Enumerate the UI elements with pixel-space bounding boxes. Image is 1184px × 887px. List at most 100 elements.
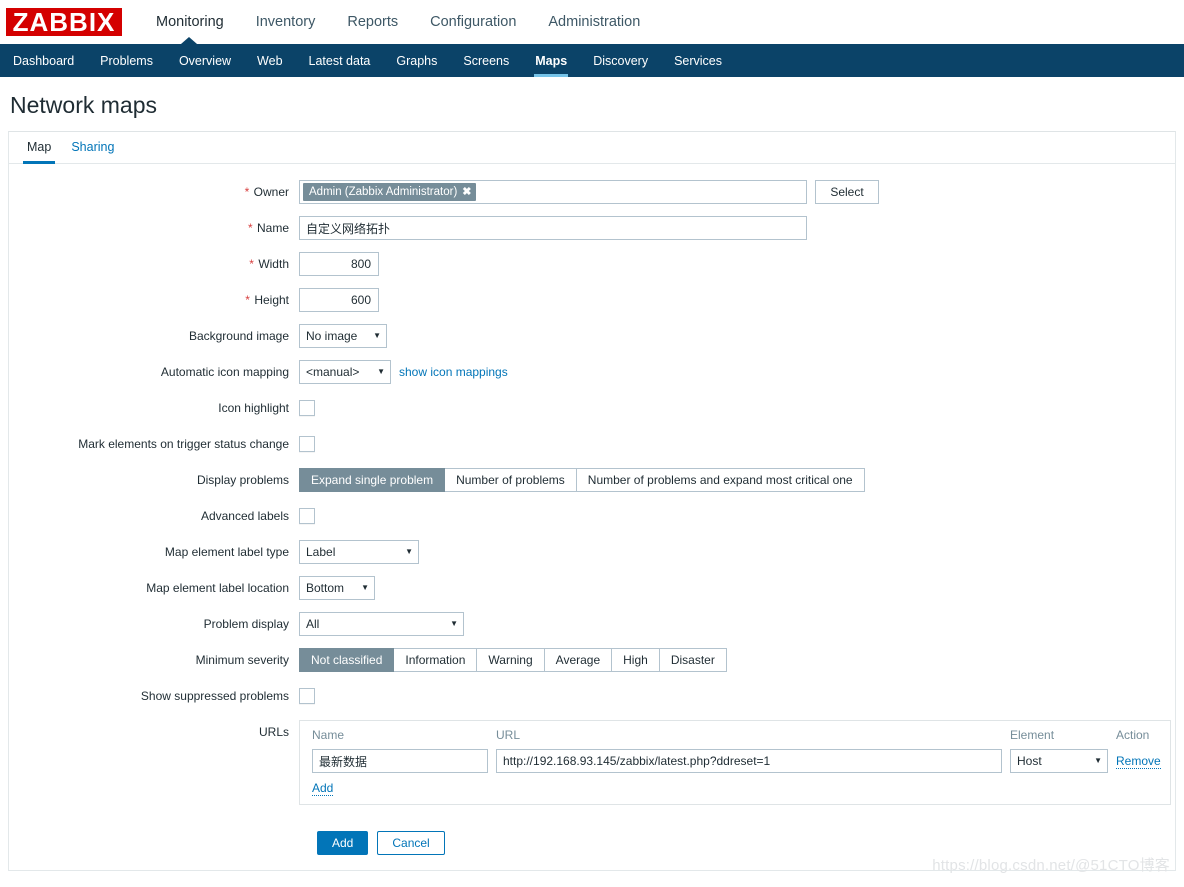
required-marker-height: * [245,293,250,308]
sub-navigation: Dashboard Problems Overview Web Latest d… [0,37,1184,77]
urls-cell-name [308,748,492,774]
label-owner: * Owner [244,185,289,200]
form-row-minimum-severity: Minimum severity Not classified Informat… [9,648,1175,673]
tab-sharing[interactable]: Sharing [61,132,124,163]
label-display-problems: Display problems [196,473,289,488]
owner-chip: Admin (Zabbix Administrator) ✖ [303,183,476,202]
label-advanced-labels: Advanced labels [200,509,289,524]
url-value-input[interactable] [496,749,1002,774]
severity-option-high[interactable]: High [612,648,660,673]
label-problem-display: Problem display [203,617,289,632]
label-minimum-severity: Minimum severity [195,653,289,668]
chevron-down-icon: ▼ [450,619,458,629]
severity-option-warning[interactable]: Warning [477,648,545,673]
label-background-image: Background image [188,329,289,344]
url-element-select[interactable]: Host ▼ [1010,749,1108,774]
form-row-name: * Name [9,216,1175,241]
main-navigation: Monitoring Inventory Reports Configurati… [140,0,656,44]
sub-nav-item-overview[interactable]: Overview [166,44,244,77]
urls-column-url: URL [496,728,521,743]
label-map-element-label-type: Map element label type [164,545,289,560]
sub-nav-item-services[interactable]: Services [661,44,735,77]
label-show-suppressed: Show suppressed problems [140,689,289,704]
sub-nav-item-latest-data[interactable]: Latest data [296,44,384,77]
urls-cell-element: Host ▼ [1006,748,1112,774]
required-marker-width: * [249,257,254,272]
background-image-value: No image [306,329,358,344]
form-row-background-image: Background image No image ▼ [9,324,1175,349]
display-problems-segmented-control: Expand single problem Number of problems… [299,468,865,493]
sub-nav-item-dashboard[interactable]: Dashboard [0,44,87,77]
sub-nav-item-graphs[interactable]: Graphs [383,44,450,77]
form-row-height: * Height [9,288,1175,313]
urls-cell-url [492,748,1006,774]
icon-highlight-checkbox[interactable] [299,400,315,417]
problem-display-select[interactable]: All ▼ [299,612,464,637]
add-button[interactable]: Add [317,831,369,856]
severity-option-information[interactable]: Information [394,648,478,673]
background-image-select[interactable]: No image ▼ [299,324,387,349]
sub-nav-item-screens[interactable]: Screens [450,44,522,77]
sub-nav-item-web[interactable]: Web [244,44,295,77]
severity-option-average[interactable]: Average [544,648,613,673]
tab-map[interactable]: Map [17,132,61,165]
label-name: * Name [247,221,289,236]
main-nav-item-reports[interactable]: Reports [331,0,414,44]
width-input[interactable] [299,252,379,277]
urls-table-container: Name URL Element Action 最新数据 http://192.… [299,720,1171,806]
chevron-down-icon: ▼ [1094,756,1102,766]
urls-table: Name URL Element Action 最新数据 http://192.… [308,726,1165,797]
required-marker-owner: * [244,185,250,200]
cancel-button[interactable]: Cancel [377,831,445,856]
form-row-mark-elements: Mark elements on trigger status change [9,432,1175,456]
label-automatic-icon-mapping: Automatic icon mapping [160,365,289,380]
label-mark-elements: Mark elements on trigger status change [78,437,289,452]
form-row-icon-highlight: Icon highlight [9,396,1175,420]
url-name-input[interactable] [312,749,488,774]
map-element-label-type-select[interactable]: Label ▼ [299,540,419,565]
url-element-value: Host [1017,754,1042,769]
chevron-down-icon: ▼ [377,367,385,377]
form-footer: Add Cancel [9,817,1175,856]
show-icon-mappings-link[interactable]: show icon mappings [399,365,508,379]
map-form-card: Map Sharing * Owner Admin (Zabbix Admini… [8,131,1176,872]
map-element-label-location-select[interactable]: Bottom ▼ [299,576,375,601]
map-element-label-type-value: Label [306,545,336,560]
sub-nav-item-problems[interactable]: Problems [87,44,166,77]
height-input[interactable] [299,288,379,313]
mark-elements-checkbox[interactable] [299,436,315,453]
map-form: * Owner Admin (Zabbix Administrator) ✖ S… [9,164,1175,856]
severity-option-not-classified[interactable]: Not classified [299,648,395,673]
chevron-down-icon: ▼ [373,331,381,341]
urls-add-link[interactable]: Add [312,781,334,797]
main-nav-item-administration[interactable]: Administration [532,0,656,44]
form-row-width: * Width [9,252,1175,277]
form-row-automatic-icon-mapping: Automatic icon mapping <manual> ▼ show i… [9,360,1175,385]
chevron-down-icon: ▼ [361,583,369,593]
severity-option-disaster[interactable]: Disaster [659,648,727,673]
owner-select-button[interactable]: Select [815,180,879,205]
automatic-icon-mapping-select[interactable]: <manual> ▼ [299,360,391,385]
main-nav-item-inventory[interactable]: Inventory [240,0,332,44]
owner-input[interactable]: Admin (Zabbix Administrator) ✖ [299,180,807,205]
name-input[interactable] [299,216,807,241]
form-row-advanced-labels: Advanced labels [9,504,1175,528]
advanced-labels-checkbox[interactable] [299,508,315,525]
form-row-display-problems: Display problems Expand single problem N… [9,468,1175,493]
close-icon[interactable]: ✖ [462,186,471,198]
show-suppressed-checkbox[interactable] [299,688,315,705]
form-row-owner: * Owner Admin (Zabbix Administrator) ✖ S… [9,180,1175,205]
sub-nav-item-maps[interactable]: Maps [522,44,580,77]
map-element-label-location-value: Bottom [306,581,345,596]
label-icon-highlight: Icon highlight [218,401,289,416]
url-remove-link[interactable]: Remove [1116,754,1161,770]
display-problems-option-expand-single[interactable]: Expand single problem [299,468,446,493]
sub-nav-item-discovery[interactable]: Discovery [580,44,661,77]
display-problems-option-number[interactable]: Number of problems [445,468,577,493]
form-row-urls: URLs Name URL Element Action 最新数据 http:/… [9,720,1175,806]
top-header: ZABBIX Monitoring Inventory Reports Conf… [0,0,1184,44]
automatic-icon-mapping-value: <manual> [306,365,360,380]
main-nav-item-configuration[interactable]: Configuration [414,0,532,44]
form-row-label-type: Map element label type Label ▼ [9,540,1175,565]
display-problems-option-number-and-expand[interactable]: Number of problems and expand most criti… [576,468,865,493]
